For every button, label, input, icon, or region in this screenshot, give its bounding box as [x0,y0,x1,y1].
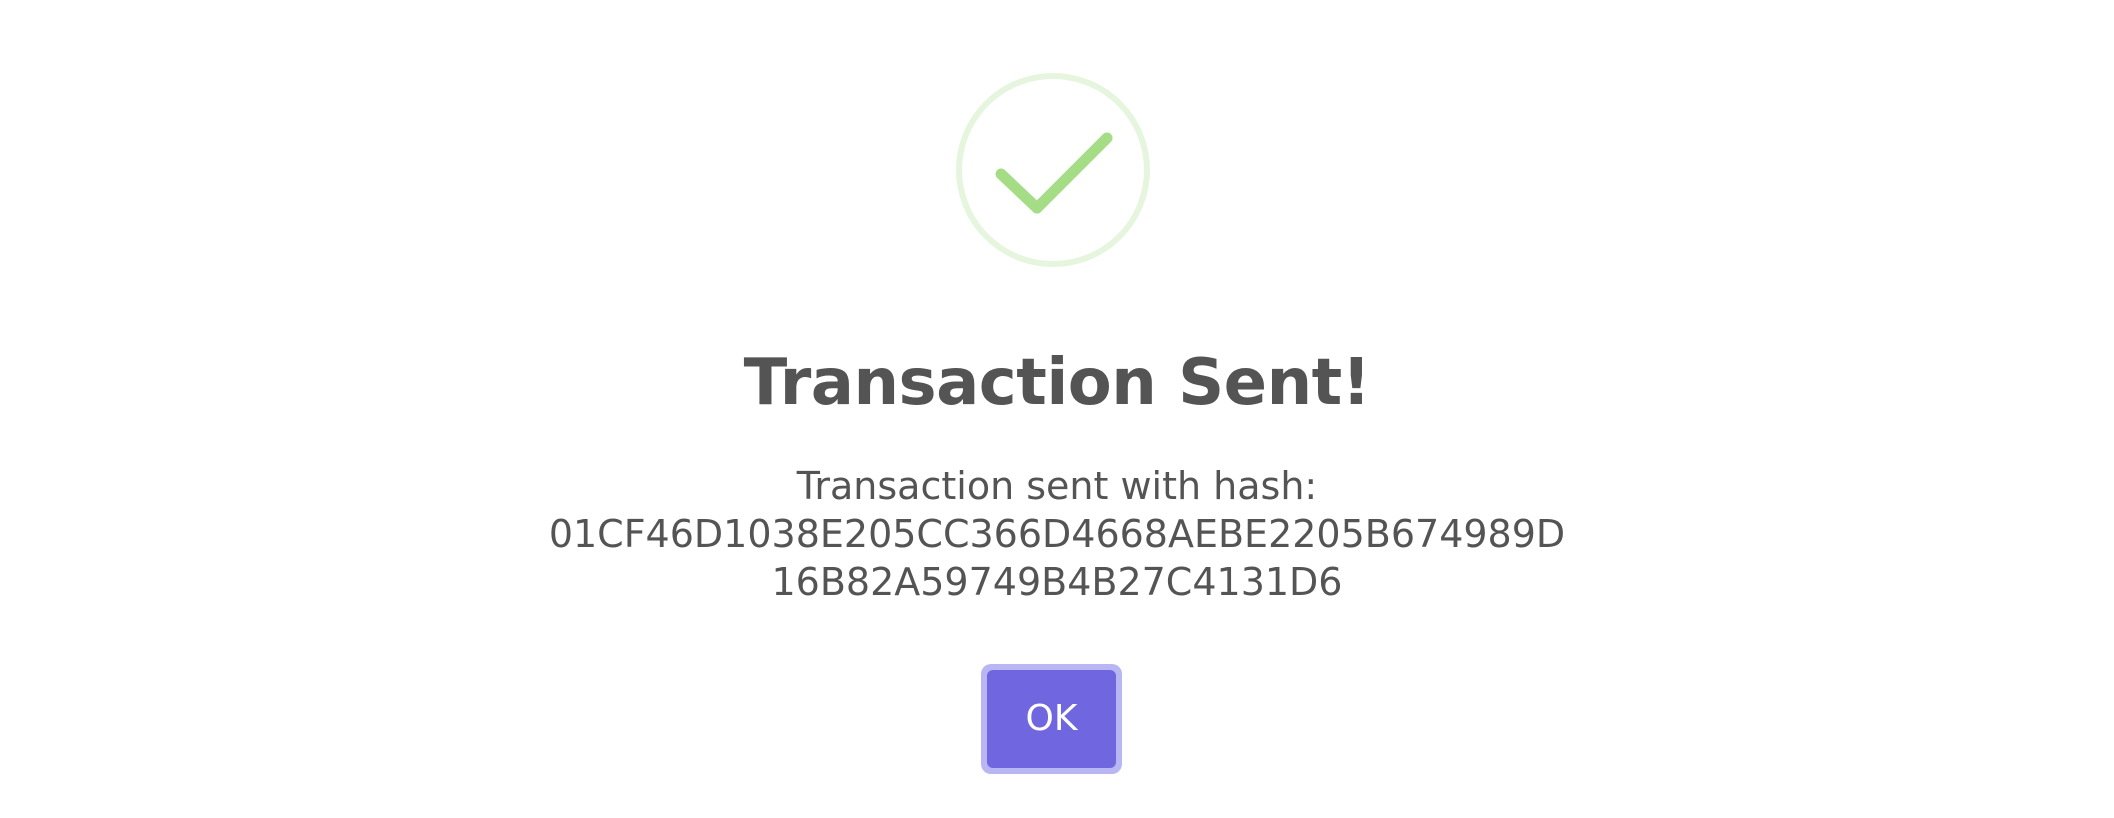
dialog-message: Transaction sent with hash: 01CF46D1038E… [540,462,1574,606]
transaction-sent-dialog: Transaction Sent! Transaction sent with … [0,0,2114,818]
ok-button[interactable]: OK [987,670,1116,768]
transaction-hash: 01CF46D1038E205CC366D4668AEBE2205B674989… [548,512,1566,604]
checkmark-success-icon [955,72,1151,268]
ok-button-focus-ring: OK [981,664,1122,774]
message-prefix: Transaction sent with hash: [796,464,1318,508]
dialog-title: Transaction Sent! [743,346,1371,420]
